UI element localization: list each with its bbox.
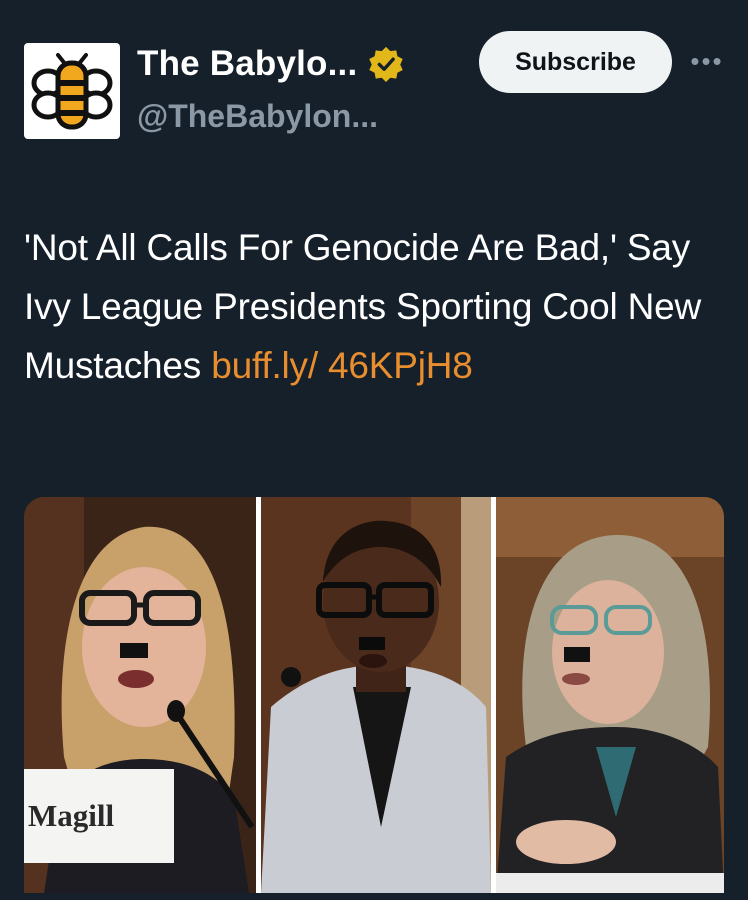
verified-badge-icon — [369, 46, 404, 83]
person-right-illustration — [496, 497, 724, 893]
tweet-media[interactable]: Magill — [24, 497, 724, 893]
more-options-icon[interactable]: ••• — [690, 46, 724, 76]
media-photo-center — [261, 497, 491, 893]
author-avatar[interactable] — [24, 43, 120, 139]
author-name-row[interactable]: The Babylo... — [137, 44, 405, 84]
subscribe-button[interactable]: Subscribe — [479, 31, 672, 93]
nameplate-text: Magill — [28, 798, 115, 833]
author-display-name[interactable]: The Babylo... — [137, 44, 357, 84]
nameplate: Magill — [24, 769, 174, 863]
tweet-link[interactable]: buff.ly/ 46KPjH8 — [211, 345, 473, 386]
author-handle[interactable]: @TheBabylon... — [137, 98, 378, 135]
bee-icon — [31, 53, 113, 130]
tweet-card: The Babylo... @TheBabylon... Subscribe •… — [0, 0, 748, 900]
tweet-text: 'Not All Calls For Genocide Are Bad,' Sa… — [24, 218, 724, 395]
media-photo-right — [496, 497, 724, 893]
person-center-illustration — [261, 497, 491, 893]
media-photo-left: Magill — [24, 497, 256, 893]
